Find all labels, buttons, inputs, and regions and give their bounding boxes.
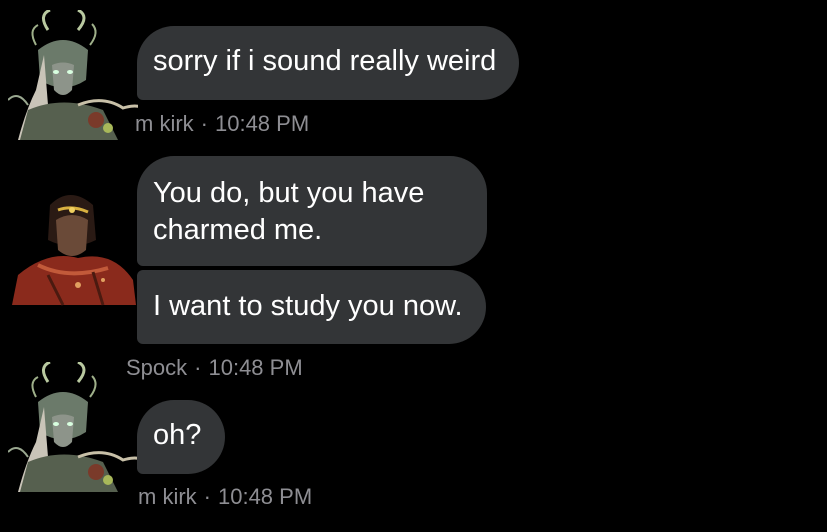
message-bubble[interactable]: oh?: [137, 400, 226, 474]
message-text: sorry if i sound really weird: [153, 45, 497, 77]
message-text-line: You do, but you have: [153, 177, 425, 209]
sender-avatar[interactable]: [8, 10, 138, 140]
hooded-character-avatar-icon: [12, 195, 136, 306]
meta-separator: ·: [200, 111, 208, 136]
horned-character-avatar-icon: [8, 362, 138, 492]
meta-separator: ·: [194, 355, 202, 380]
message-timestamp: 10:48 PM: [217, 484, 313, 509]
sender-name: m kirk: [135, 111, 194, 136]
meta-separator: ·: [203, 484, 211, 509]
message-timestamp: 10:48 PM: [214, 111, 310, 136]
sender-avatar[interactable]: [8, 362, 138, 492]
message-meta: Spock · 10:48 PM: [126, 355, 303, 381]
message-timestamp: 10:48 PM: [208, 355, 303, 380]
horned-character-avatar-icon: [8, 10, 138, 140]
message-text: oh?: [153, 419, 202, 451]
sender-avatar[interactable]: [8, 180, 138, 310]
message-meta: m kirk · 10:48 PM: [138, 484, 312, 510]
message-bubble[interactable]: I want to study you now.: [137, 270, 486, 344]
sender-name: m kirk: [138, 484, 197, 509]
message-text: I want to study you now.: [153, 290, 463, 322]
message-bubble[interactable]: You do, but you have charmed me.: [137, 156, 487, 266]
message-bubble[interactable]: sorry if i sound really weird: [137, 26, 520, 100]
message-text-line: charmed me.: [153, 214, 323, 246]
message-meta: m kirk · 10:48 PM: [135, 111, 309, 137]
